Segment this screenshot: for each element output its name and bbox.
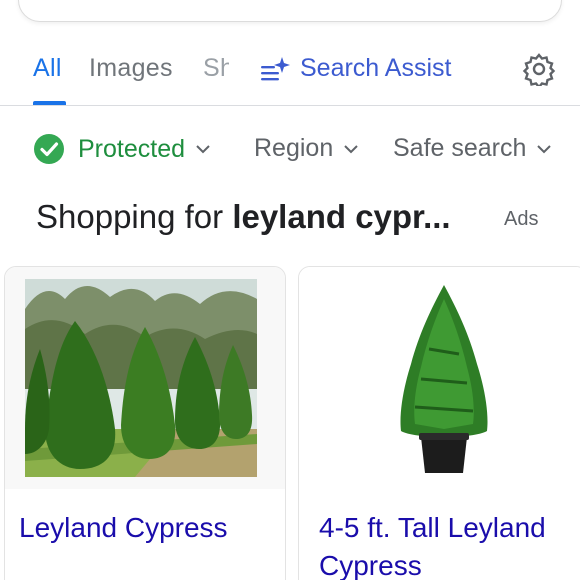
product-title[interactable]: 4-5 ft. Tall Leyland Cypress [319,509,580,580]
shopping-query: leyland cypr... [232,198,451,235]
chevron-down-icon [344,144,358,153]
product-image-area [5,267,285,489]
shopping-heading: Shopping for leyland cypr... [36,198,451,236]
safe-search-filter[interactable]: Safe search [393,134,552,163]
product-card[interactable]: Leyland Cypress [4,266,286,580]
protected-filter[interactable]: Protected [34,134,211,164]
tab-shopping[interactable]: Sh [203,54,229,83]
shopping-prefix: Shopping for [36,198,233,235]
chevron-down-icon [196,145,210,154]
green-check-icon [34,134,64,164]
ads-label[interactable]: Ads [504,208,538,231]
sparkle-lines-icon [261,56,290,80]
region-filter[interactable]: Region [254,134,359,163]
product-title[interactable]: Leyland Cypress [19,509,228,547]
tab-bar: All Images Sh Search Assist [0,48,580,106]
product-card[interactable]: 4-5 ft. Tall Leyland Cypress [298,266,580,580]
search-assist-label: Search Assist [300,54,452,82]
search-assist-button[interactable]: Search Assist [260,54,451,83]
chevron-down-icon [537,144,552,153]
potted-leyland-cypress [400,285,488,473]
filter-bar: Protected Region Safe search [0,128,580,172]
search-box[interactable] [18,0,562,22]
gear-icon[interactable] [522,52,556,86]
protected-label: Protected [78,134,186,163]
row-of-leyland-cypress-trees [25,279,257,477]
tabs-divider [0,105,580,106]
region-label: Region [254,134,334,162]
tab-all[interactable]: All [33,54,62,83]
safe-search-label: Safe search [393,134,527,162]
product-image-area [299,267,580,489]
tab-images[interactable]: Images [89,54,173,83]
